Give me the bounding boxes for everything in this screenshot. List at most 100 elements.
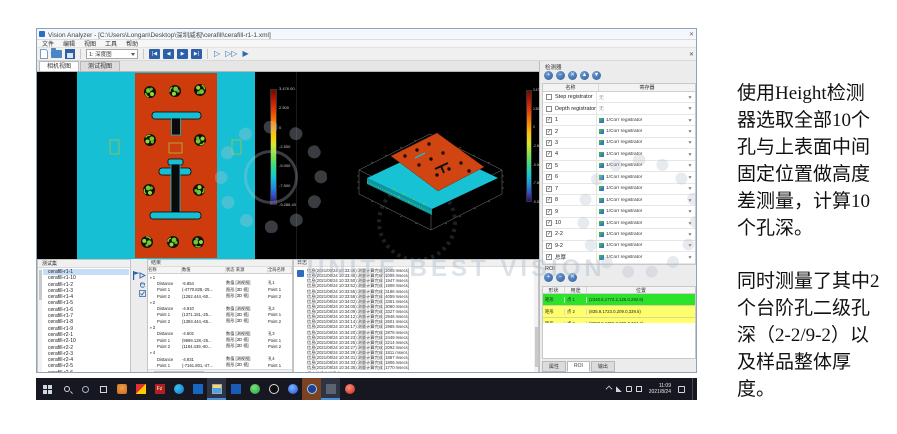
taskbar-clock[interactable]: 11:09 2021/8/24 [646,383,674,395]
taskbar-app[interactable] [207,378,226,400]
result-row[interactable]: Point 1 (1371.151,-25... 图形 [3D 视] Point… [148,312,292,318]
row-checkbox[interactable] [546,174,552,181]
row-checkbox[interactable] [546,139,552,146]
register-dropdown[interactable]: 1/Corr registrator [596,183,695,194]
roi-row[interactable]: 矩形 点 1 (2340.6,1772.2,126.0,292.6) [543,294,695,306]
panel-tab[interactable]: 属性 [542,361,567,372]
menu-item[interactable]: 视图 [84,39,96,48]
register-dropdown[interactable]: 1/Corr registrator [596,194,695,206]
taskbar-app[interactable] [283,378,302,400]
taskbar-app[interactable]: Fz [150,378,169,400]
hidden-icons-chevron-icon[interactable] [605,385,613,393]
checklist-icon[interactable] [139,290,146,297]
taskbar-app[interactable] [245,378,264,400]
detector-row[interactable]: 2-2 1/Corr registrator [543,229,695,241]
register-dropdown[interactable]: 1/Corr registrator [596,149,695,160]
search-button[interactable] [58,378,76,400]
row-checkbox[interactable] [546,254,552,261]
view-tab[interactable]: 相机视图 [39,61,80,71]
move-down-button[interactable]: ▼ [592,71,601,80]
run-pointer-icon[interactable] [139,272,146,279]
new-file-icon[interactable] [40,49,48,59]
run-continuous-icon[interactable]: ▶ [241,49,249,59]
show-desktop-button[interactable] [692,378,695,400]
roi-row[interactable]: 矩形 点 2 (835.9,1723.0,209.0,339.5) [543,306,695,318]
register-dropdown[interactable]: 无 [596,92,695,103]
test-list-scrollbar[interactable] [38,268,42,372]
taskbar-app[interactable] [169,378,188,400]
move-up-button[interactable]: ▲ [580,71,589,80]
result-row[interactable]: Point 1 (9699.128,-25... 图形 [3D 视] Point… [148,337,292,343]
row-checkbox[interactable] [546,128,552,135]
register-dropdown[interactable]: 1/Corr registrator [596,229,695,240]
register-dropdown[interactable]: 1/Corr registrator [596,137,695,149]
run-all-icon[interactable]: ▷▷ [224,49,238,59]
taskbar-app[interactable] [226,378,245,400]
menu-item[interactable]: 编辑 [63,39,75,48]
delete-all-roi-button[interactable]: ✕ [568,273,577,282]
register-dropdown[interactable]: 1/Corr registrator [596,217,695,229]
detector-row[interactable]: 2 1/Corr registrator [543,126,695,138]
row-checkbox[interactable] [546,105,552,112]
result-row[interactable]: Point 2 (1393.444,-65... 图形 [3D 视] Point… [148,318,292,324]
register-dropdown[interactable]: 1/Corr registrator [596,160,695,172]
detector-row[interactable]: 9 1/Corr registrator [543,206,695,218]
detector-row[interactable]: 5 1/Corr registrator [543,160,695,173]
test-list-item[interactable]: cerafill-r2-6 [43,370,129,372]
result-row[interactable]: Point 1 (-4770.828,-25... 图形 [3D 视] Poin… [148,287,292,293]
add-roi-button[interactable]: + [544,273,553,282]
row-checkbox[interactable] [546,242,552,249]
row-checkbox[interactable] [546,162,552,169]
result-row[interactable]: Distance -4.910 数值 [测视图] 孔2 [148,305,292,312]
row-checkbox[interactable] [546,94,552,101]
result-row[interactable]: Point 2 (1184.439,-60... 图形 [3D 视] Point… [148,343,292,349]
row-checkbox[interactable] [546,151,552,158]
first-record-button[interactable]: |◀ [149,49,160,59]
panel-tab[interactable]: 输出 [590,361,615,372]
taskbar-app[interactable] [321,378,340,400]
menu-item[interactable]: 帮助 [126,39,138,48]
volume-icon[interactable] [625,386,632,392]
view-tab[interactable]: 测试视图 [80,61,121,71]
detector-row[interactable]: Depth registrator 无 [543,103,695,115]
run-once-icon[interactable]: ▷ [213,49,221,59]
last-record-button[interactable]: ▶| [191,49,202,59]
panel-close-icon[interactable]: ✕ [689,51,694,58]
taskbar-app[interactable] [302,378,321,400]
menu-item[interactable]: 工具 [105,39,117,48]
result-row[interactable]: Distance -4.602 数值 [测视图] 孔3 [148,331,292,337]
taskbar-app[interactable] [188,378,207,400]
open-folder-icon[interactable] [51,48,62,58]
prev-record-button[interactable]: ◀ [163,49,174,59]
task-view-button[interactable] [94,378,112,400]
taskbar-app[interactable] [112,378,131,400]
cortana-button[interactable] [76,378,94,400]
row-checkbox[interactable] [546,197,552,204]
row-checkbox[interactable] [546,208,552,215]
next-record-button[interactable]: ▶ [177,49,188,59]
detector-row[interactable]: 9-2 1/Corr registrator [543,240,695,253]
register-dropdown[interactable]: 无 [596,103,695,114]
register-dropdown[interactable]: 1/Corr registrator [596,206,695,217]
register-dropdown[interactable]: 1/Corr registrator [596,252,695,263]
detector-row[interactable]: 1 1/Corr registrator [543,114,695,127]
start-button[interactable] [36,378,58,400]
panel-tab[interactable]: ROI [567,361,590,372]
action-center-icon[interactable] [678,385,685,393]
result-row[interactable]: Point 2 (1262.444,-60... 图形 [3D 视] Point… [148,293,292,299]
add-detector-button[interactable]: + [544,71,553,80]
menu-item[interactable]: 文件 [42,39,54,48]
delete-all-detectors-button[interactable]: ✕ [568,71,577,80]
remove-roi-button[interactable]: − [556,273,565,282]
row-checkbox[interactable] [546,220,552,227]
register-dropdown[interactable]: 1/Corr registrator [596,172,695,183]
remove-detector-button[interactable]: − [556,71,565,80]
row-checkbox[interactable] [546,231,552,238]
save-icon[interactable] [65,49,75,59]
detector-row[interactable]: 10 1/Corr registrator [543,217,695,230]
detector-row[interactable]: Step registrator 无 [543,92,695,104]
input-indicator-icon[interactable] [635,386,642,392]
detector-row[interactable]: 3 1/Corr registrator [543,137,695,150]
taskbar-app[interactable] [131,378,150,400]
result-row[interactable]: Distance -5.854 数值 [测视图] 孔1 [148,280,292,286]
